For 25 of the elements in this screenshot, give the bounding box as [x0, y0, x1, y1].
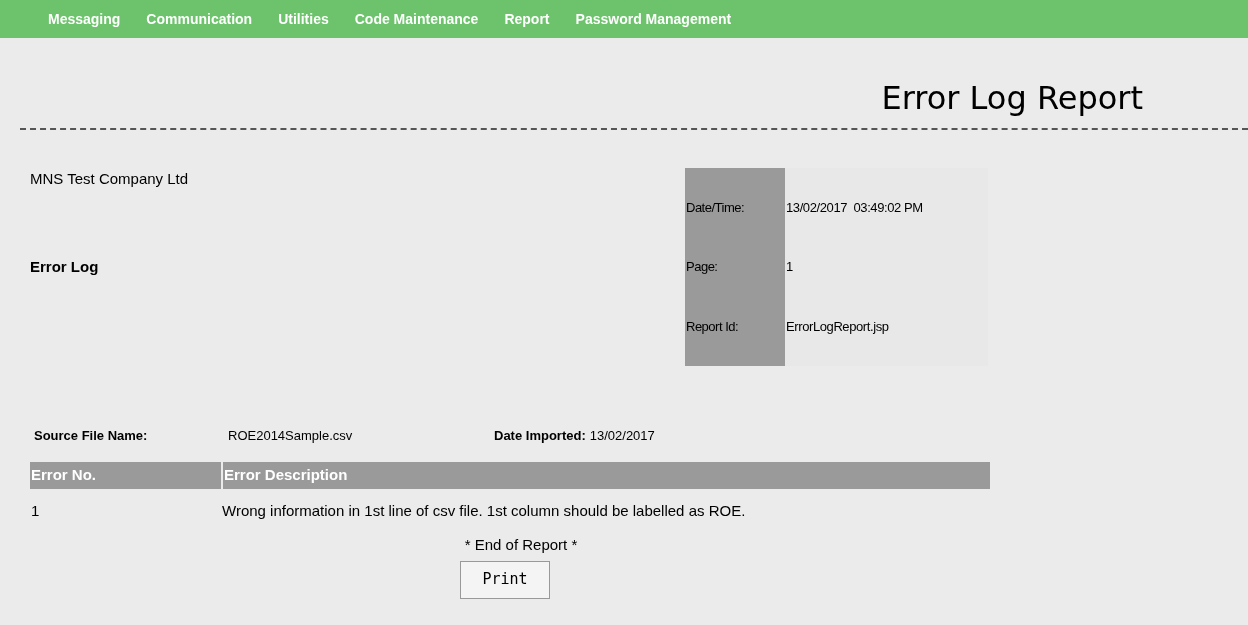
end-of-report-note: * End of Report * — [464, 535, 578, 555]
section-title: Error Log — [30, 256, 100, 277]
nav-item[interactable]: Utilities — [278, 8, 329, 30]
info-label: Report Id: — [686, 317, 740, 336]
nav-item[interactable]: Communication — [146, 8, 253, 30]
table-cell: Wrong information in 1st line of csv file. 1st column should be labelled as ROE. — [222, 489, 990, 533]
info-value: 1 — [786, 258, 794, 277]
nav-item[interactable]: Report — [504, 8, 550, 30]
field-value: ROE2014Sample.csv — [228, 427, 354, 446]
table-cell: 1 — [30, 489, 222, 533]
print-button[interactable]: Print — [460, 560, 550, 599]
field-label: Date Imported: — [494, 427, 586, 446]
column-header: Error Description — [222, 462, 990, 489]
info-label: Date/Time: — [686, 198, 746, 217]
field-label: Source File Name: — [34, 427, 149, 446]
info-value: 13/02/2017 03:49:02 PM — [786, 198, 923, 217]
nav-item[interactable]: Messaging — [48, 8, 121, 30]
nav-item[interactable]: Code Maintenance — [354, 8, 479, 30]
company-name: MNS Test Company Ltd — [30, 169, 190, 189]
report-title: Error Log Report — [881, 78, 1143, 118]
field-value: 13/02/2017 — [589, 427, 655, 446]
info-label: Page: — [686, 258, 719, 277]
nav-item[interactable]: Password Management — [575, 8, 732, 30]
info-value: ErrorLogReport.jsp — [786, 317, 890, 336]
column-header: Error No. — [30, 462, 222, 489]
